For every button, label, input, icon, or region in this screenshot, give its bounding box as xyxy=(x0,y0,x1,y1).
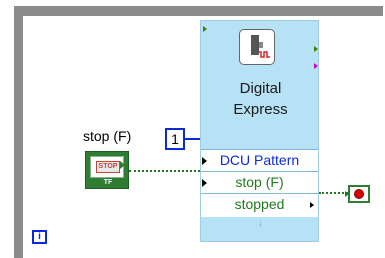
terminal-label: stop (F) xyxy=(235,174,284,190)
terminal-label: DCU Pattern xyxy=(219,152,300,168)
boolean-type-label: TF xyxy=(98,179,118,187)
stop-button-icon: STOP xyxy=(96,161,120,173)
terminal-stopped[interactable]: stopped xyxy=(201,193,318,217)
boolean-wire[interactable] xyxy=(129,170,200,172)
boolean-wire[interactable] xyxy=(319,192,348,194)
output-indicator-icon xyxy=(314,46,318,52)
output-arrow-icon xyxy=(310,202,314,208)
stop-control-face: STOP xyxy=(90,156,124,178)
loop-condition-terminal[interactable] xyxy=(345,185,370,203)
input-indicator-icon xyxy=(203,26,207,32)
stop-control-terminal[interactable]: STOP TF xyxy=(85,151,129,189)
output-indicator-icon xyxy=(314,63,318,69)
numeric-wire[interactable] xyxy=(185,138,200,140)
terminal-label: stopped xyxy=(234,196,285,212)
input-arrow-icon xyxy=(202,179,207,187)
express-vi-title: Express xyxy=(233,101,288,118)
input-arrow-icon xyxy=(345,191,349,197)
numeric-constant[interactable]: 1 xyxy=(165,128,185,150)
terminal-stop[interactable]: stop (F) xyxy=(201,171,318,193)
stop-control-label: stop (F) xyxy=(83,128,132,144)
express-vi-title: Digital xyxy=(239,80,282,97)
terminal-dcu-pattern[interactable]: DCU Pattern xyxy=(201,149,318,171)
input-arrow-icon xyxy=(202,157,207,165)
output-arrow-icon xyxy=(120,161,125,169)
expand-chevron-icon[interactable]: ↓ xyxy=(201,218,320,229)
stop-if-true-icon xyxy=(354,189,364,199)
digital-express-vi[interactable]: Digital Express DCU Pattern stop (F) sto… xyxy=(200,20,319,242)
express-vi-waveform-icon xyxy=(239,29,275,65)
